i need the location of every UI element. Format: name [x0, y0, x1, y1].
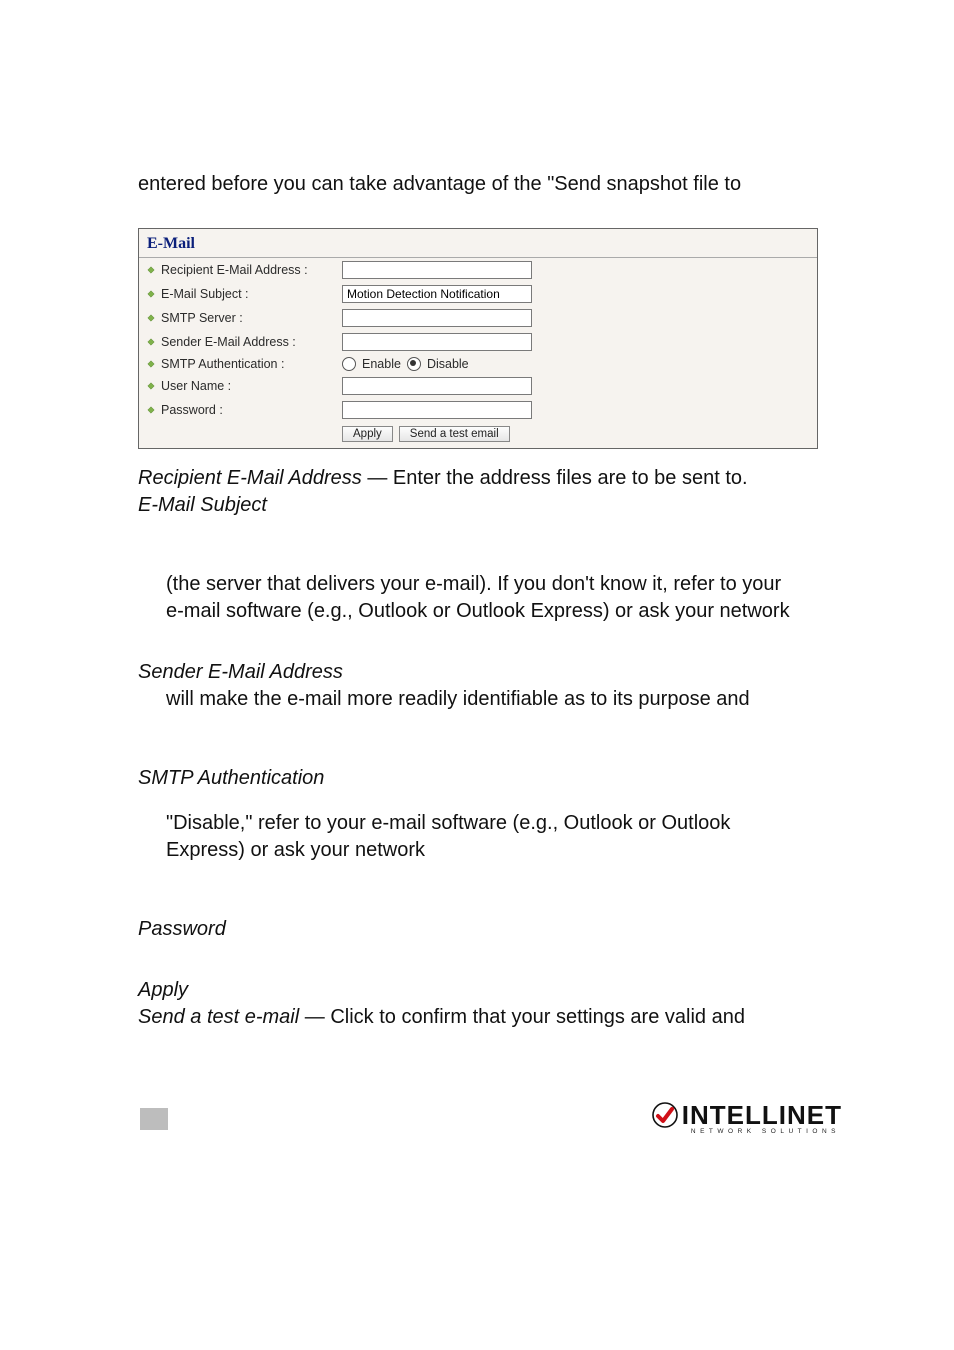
pass-input[interactable] [342, 401, 532, 419]
auth-enable-label: Enable [362, 357, 401, 371]
row-pass: Password : [139, 398, 817, 422]
body-text: Recipient E-Mail Address — Enter the add… [138, 465, 834, 1031]
label-auth: SMTP Authentication : [161, 357, 284, 371]
bullet-icon [147, 290, 155, 298]
text-recipient-rest: — Enter the address files are to be sent… [362, 467, 748, 489]
term-sender: Sender E-Mail Address [138, 661, 343, 683]
label-smtp: SMTP Server : [161, 311, 243, 325]
brand-name: INTELLINET [682, 1102, 842, 1128]
brand-tagline: NETWORK SOLUTIONS [691, 1128, 842, 1135]
intro-text: entered before you can take advantage of… [138, 170, 834, 198]
smtp-indent-1: (the server that delivers your e-mail). … [138, 571, 834, 598]
label-user: User Name : [161, 379, 231, 393]
label-pass: Password : [161, 403, 223, 417]
bullet-icon [147, 382, 155, 390]
user-input[interactable] [342, 377, 532, 395]
auth-disable-label: Disable [427, 357, 469, 371]
row-auth: SMTP Authentication : Enable Disable [139, 354, 817, 374]
bullet-icon [147, 360, 155, 368]
label-sender: Sender E-Mail Address : [161, 335, 296, 349]
term-recipient: Recipient E-Mail Address [138, 467, 362, 489]
term-password: Password [138, 918, 226, 940]
brand-logo: INTELLINET NETWORK SOLUTIONS [652, 1102, 842, 1135]
row-smtp: SMTP Server : [139, 306, 817, 330]
button-row: Apply Send a test email [139, 422, 817, 448]
sender-indent: will make the e-mail more readily identi… [138, 686, 834, 713]
row-recipient: Recipient E-Mail Address : [139, 258, 817, 282]
label-recipient: Recipient E-Mail Address : [161, 263, 308, 277]
panel-title: E-Mail [139, 229, 817, 258]
auth-indent-1: "Disable," refer to your e-mail software… [138, 810, 834, 837]
logo-mark-icon [652, 1102, 678, 1128]
email-panel: E-Mail Recipient E-Mail Address : E-Mail… [138, 228, 818, 449]
auth-indent-2: Express) or ask your network [138, 837, 834, 864]
auth-enable-radio[interactable] [342, 357, 356, 371]
bullet-icon [147, 266, 155, 274]
text-send-test-rest: — Click to confirm that your settings ar… [299, 1006, 745, 1028]
row-subject: E-Mail Subject : [139, 282, 817, 306]
smtp-indent-2: e-mail software (e.g., Outlook or Outloo… [138, 598, 834, 625]
label-subject: E-Mail Subject : [161, 287, 249, 301]
bullet-icon [147, 338, 155, 346]
page-number-box [140, 1108, 168, 1130]
auth-disable-radio[interactable] [407, 357, 421, 371]
term-auth: SMTP Authentication [138, 767, 324, 789]
term-subject: E-Mail Subject [138, 494, 267, 516]
bullet-icon [147, 314, 155, 322]
bullet-icon [147, 406, 155, 414]
row-user: User Name : [139, 374, 817, 398]
smtp-input[interactable] [342, 309, 532, 327]
subject-input[interactable] [342, 285, 532, 303]
sender-input[interactable] [342, 333, 532, 351]
recipient-input[interactable] [342, 261, 532, 279]
apply-button[interactable]: Apply [342, 426, 393, 442]
send-test-button[interactable]: Send a test email [399, 426, 510, 442]
page-footer: INTELLINET NETWORK SOLUTIONS [140, 1102, 842, 1135]
term-send-test: Send a test e-mail [138, 1006, 299, 1028]
term-apply: Apply [138, 979, 188, 1001]
row-sender: Sender E-Mail Address : [139, 330, 817, 354]
